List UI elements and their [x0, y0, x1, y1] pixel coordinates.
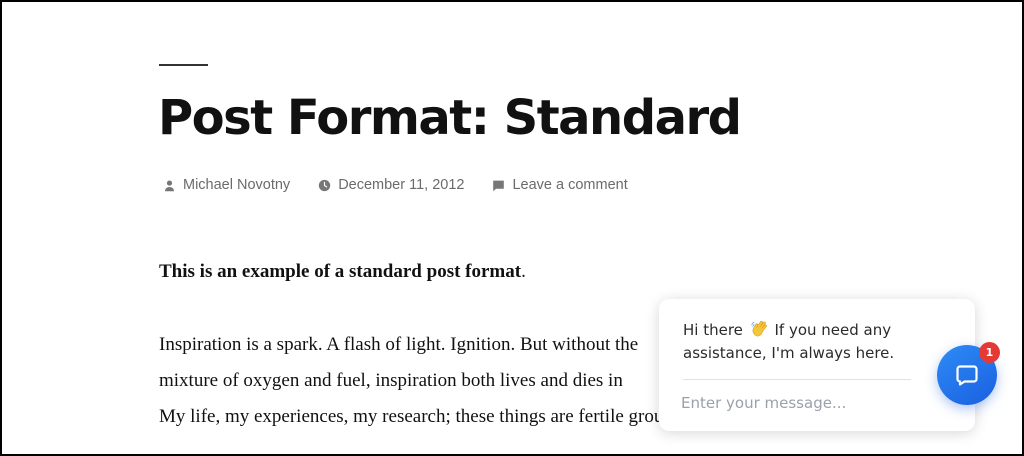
- post-author-link[interactable]: Michael Novotny: [183, 177, 290, 193]
- chat-greeting-prefix: Hi there: [683, 321, 743, 339]
- title-separator: [159, 64, 208, 66]
- clock-icon: [316, 177, 332, 193]
- leave-comment-link[interactable]: Leave a comment: [512, 177, 627, 193]
- lead-paragraph: This is an example of a standard post fo…: [159, 257, 919, 287]
- unread-badge: 1: [979, 342, 1000, 363]
- lead-bold-text: This is an example of a standard post fo…: [159, 261, 522, 282]
- chat-bubble-icon: [956, 365, 978, 386]
- post-author[interactable]: Michael Novotny: [161, 177, 290, 193]
- post-date-link[interactable]: December 11, 2012: [338, 177, 464, 193]
- post-meta: Michael Novotny December 11, 2012 Leave …: [161, 174, 628, 196]
- page-frame: Post Format: Standard Michael Novotny De…: [0, 0, 1024, 456]
- waving-hand-icon: [751, 320, 767, 337]
- lead-period: .: [521, 261, 526, 282]
- comment-icon: [490, 177, 506, 193]
- chat-greeting: Hi there If you need any assistance, I'm…: [683, 319, 923, 365]
- chat-message-input[interactable]: [681, 390, 941, 416]
- chat-popup: Hi there If you need any assistance, I'm…: [659, 299, 975, 431]
- person-icon: [161, 177, 177, 193]
- post-comments[interactable]: Leave a comment: [490, 177, 628, 193]
- chat-divider: [683, 379, 911, 380]
- post-date[interactable]: December 11, 2012: [316, 177, 464, 193]
- post-title: Post Format: Standard: [158, 90, 742, 146]
